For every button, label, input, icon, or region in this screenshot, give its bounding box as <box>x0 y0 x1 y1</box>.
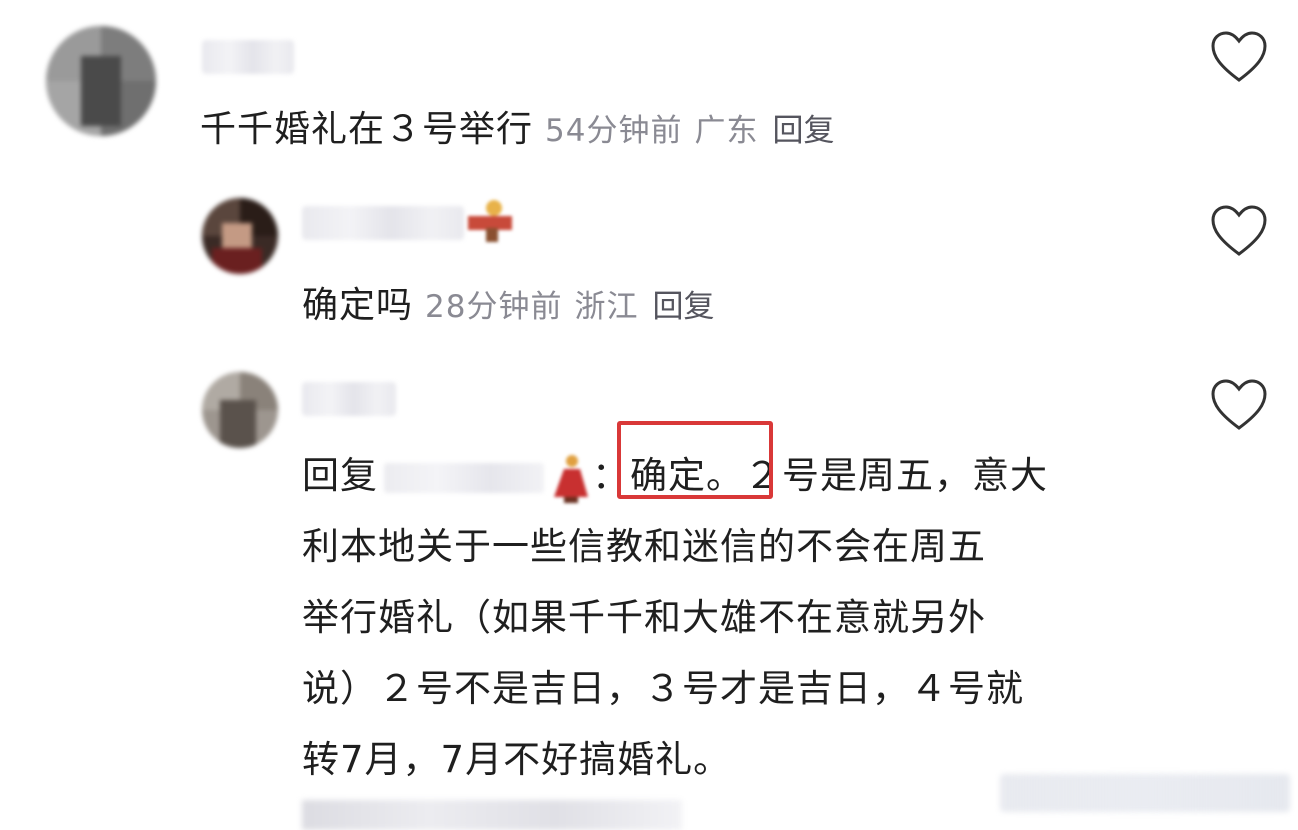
comment-text-line: 利本地关于一些信教和迷信的不会在周五 <box>302 525 986 568</box>
comment-text-line: 转7月，7月不好搞婚礼。 <box>302 738 732 781</box>
comment-meta-blurred <box>302 800 682 830</box>
watermark-blurred <box>1000 774 1290 812</box>
comment-text-line: ２号是周五，意大 <box>744 454 1048 497</box>
comment-time: 28分钟前 <box>425 289 563 325</box>
username-blurred[interactable] <box>202 40 294 74</box>
comment-location: 浙江 <box>574 289 639 325</box>
username-blurred[interactable] <box>302 206 464 240</box>
comment-location: 广东 <box>694 113 759 149</box>
heart-outline-icon[interactable] <box>1210 204 1268 258</box>
comment-text-line: 举行婚礼（如果千千和大雄不在意就另外 <box>302 596 986 639</box>
reply-button[interactable]: 回复 <box>772 113 834 149</box>
comment-line: 确定吗 28分钟前 浙江 回复 <box>302 276 714 328</box>
reply-prefix: 回复 <box>302 454 378 497</box>
comment-text: 千千婚礼在３号举行 <box>200 109 534 150</box>
avatar[interactable] <box>202 372 278 448</box>
highlight-box <box>617 421 773 499</box>
heart-outline-icon[interactable] <box>1210 378 1268 432</box>
comment-text-line: 说）２号不是吉日，３号才是吉日，４号就 <box>302 667 1024 710</box>
reply-button[interactable]: 回复 <box>652 289 714 325</box>
comment-text: 确定吗 <box>302 285 414 326</box>
comment-line: 千千婚礼在３号举行 54分钟前 广东 回复 <box>200 100 834 152</box>
mentioned-username-blurred[interactable] <box>384 462 544 493</box>
comment-time: 54分钟前 <box>545 113 683 149</box>
username-blurred[interactable] <box>302 382 396 416</box>
heart-outline-icon[interactable] <box>1210 30 1268 84</box>
dancer-emoji-icon <box>554 454 588 503</box>
emoji-badge-icon <box>468 200 512 242</box>
avatar[interactable] <box>46 26 156 136</box>
avatar[interactable] <box>202 198 278 274</box>
